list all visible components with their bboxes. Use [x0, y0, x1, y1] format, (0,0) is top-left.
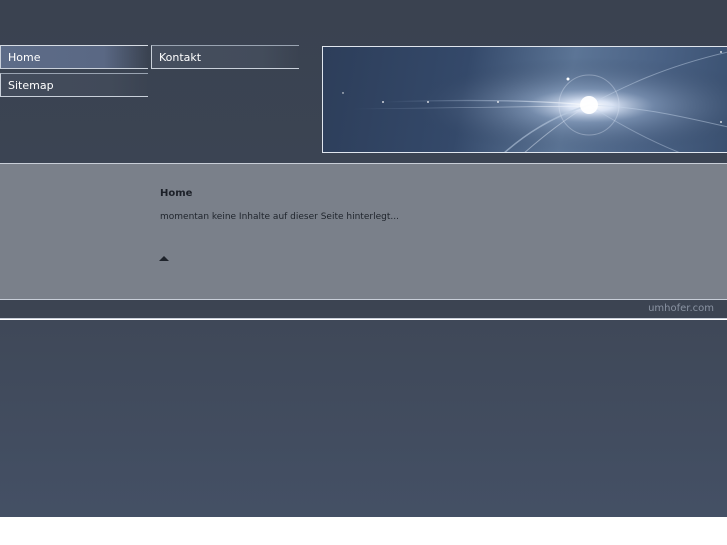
page: Home Sitemap Kontakt Home momentan keine… — [0, 0, 727, 545]
nav-item-home[interactable]: Home — [0, 45, 148, 69]
nav-item-sitemap[interactable]: Sitemap — [0, 73, 148, 97]
header: Home Sitemap Kontakt — [0, 0, 727, 163]
main-content: Home momentan keine Inhalte auf dieser S… — [0, 164, 727, 299]
light-burst-illustration — [323, 47, 727, 152]
nav-item-label: Kontakt — [159, 51, 202, 64]
nav-item-kontakt[interactable]: Kontakt — [151, 45, 299, 69]
footer-credit-link[interactable]: umhofer.com — [648, 303, 714, 314]
lower-background — [0, 320, 727, 517]
page-title: Home — [160, 188, 193, 199]
back-to-top-arrow-icon[interactable] — [159, 256, 169, 261]
footer-bar: umhofer.com — [0, 299, 727, 319]
header-banner-image — [322, 46, 727, 153]
nav-item-label: Sitemap — [8, 79, 54, 92]
nav-item-label: Home — [8, 51, 41, 64]
page-text: momentan keine Inhalte auf dieser Seite … — [160, 212, 399, 222]
